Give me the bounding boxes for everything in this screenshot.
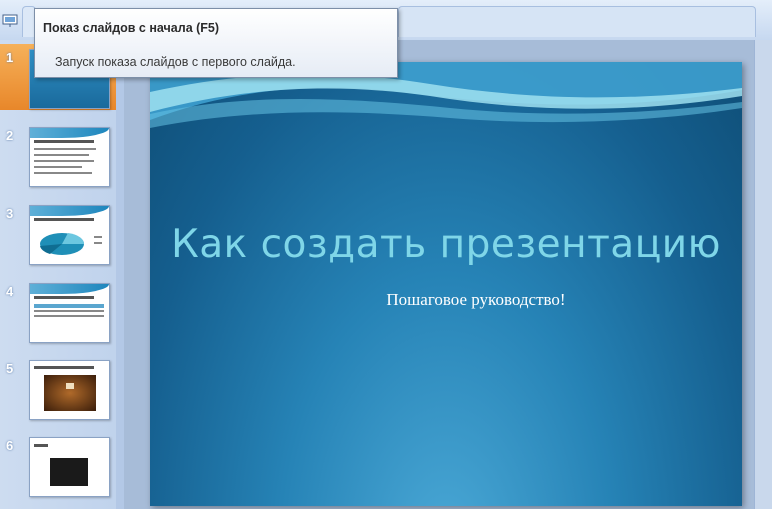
tooltip-title: Показ слайдов с начала (F5) (43, 21, 220, 35)
slide-number: 6 (6, 438, 14, 453)
vertical-scrollbar[interactable] (754, 40, 772, 509)
slide-thumbnail-image (29, 127, 110, 187)
slide-number: 2 (6, 128, 14, 143)
slides-pane-scrollbar[interactable] (116, 40, 124, 509)
slide-thumbnail-6[interactable]: 6 (0, 432, 116, 498)
slide-wave-decoration (150, 62, 742, 128)
slide-thumbnail-3[interactable]: 3 (0, 200, 116, 266)
slide-number: 3 (6, 206, 14, 221)
slide-thumbnail-image (29, 437, 110, 497)
tooltip-description: Запуск показа слайдов с первого слайда. (55, 55, 296, 69)
slide-title[interactable]: Как создать презентацию (150, 222, 742, 267)
tooltip: Показ слайдов с начала (F5) Запуск показ… (34, 8, 398, 78)
slide-thumbnail-image (29, 205, 110, 265)
slide-thumbnail-image (29, 360, 110, 420)
slide-thumbnail-image (29, 283, 110, 343)
slide-number: 4 (6, 284, 14, 299)
ribbon-area (398, 6, 756, 37)
slide-subtitle[interactable]: Пошаговое руководство! (150, 290, 742, 310)
slide-thumbnail-5[interactable]: 5 (0, 355, 116, 421)
slideshow-icon[interactable] (2, 14, 18, 28)
slide-thumbnail-4[interactable]: 4 (0, 278, 116, 344)
slide-number: 5 (6, 361, 14, 376)
slide-number: 1 (6, 50, 14, 65)
slide-thumbnail-2[interactable]: 2 (0, 122, 116, 188)
current-slide[interactable]: Как создать презентацию Пошаговое руково… (150, 62, 742, 506)
